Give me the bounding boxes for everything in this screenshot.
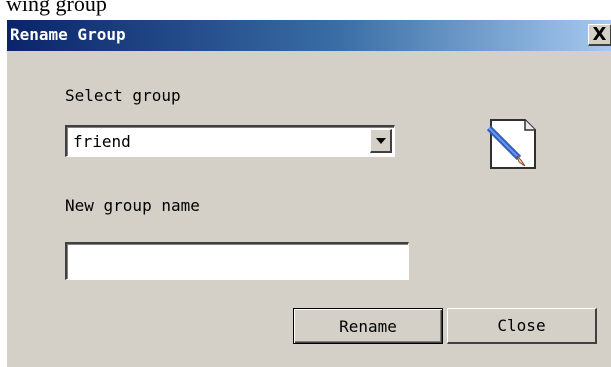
document-edit-icon <box>486 119 536 169</box>
title-bar[interactable]: Rename Group X <box>7 20 611 51</box>
new-group-name-label: New group name <box>65 196 200 215</box>
rename-group-dialog: Rename Group X Select group friend New g… <box>6 19 611 367</box>
new-group-name-input[interactable] <box>65 242 409 280</box>
group-select[interactable]: friend <box>65 125 395 157</box>
group-select-value: friend <box>73 132 131 151</box>
background-caption-strip: wing group <box>0 0 611 19</box>
background-caption-text: wing group <box>6 0 107 16</box>
close-button[interactable]: Close <box>447 308 597 344</box>
select-group-label: Select group <box>65 86 181 105</box>
window-title: Rename Group <box>10 25 126 44</box>
chevron-down-icon <box>376 138 386 144</box>
dropdown-button[interactable] <box>370 129 392 153</box>
rename-button[interactable]: Rename <box>293 308 443 344</box>
close-window-button[interactable]: X <box>588 24 611 46</box>
close-icon: X <box>592 23 607 45</box>
